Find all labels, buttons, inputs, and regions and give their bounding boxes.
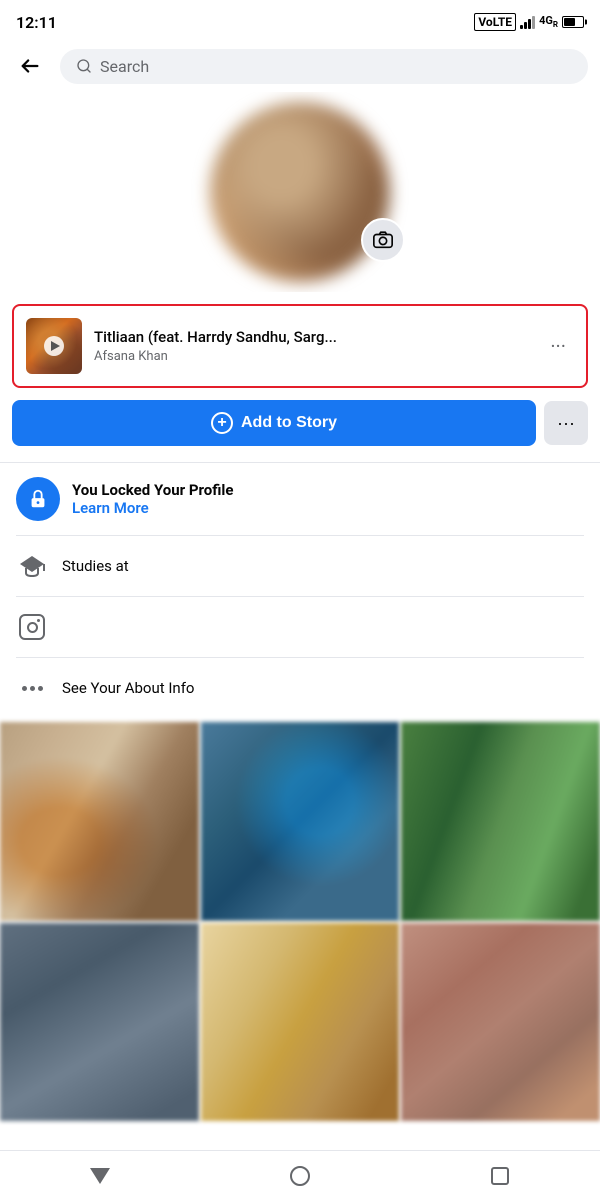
- battery-icon: [562, 16, 584, 28]
- back-button[interactable]: [12, 48, 48, 84]
- photo-cell-6[interactable]: [401, 923, 600, 1122]
- music-info: Titliaan (feat. Harrdy Sandhu, Sarg... A…: [94, 328, 530, 365]
- profile-locked-section: You Locked Your Profile Learn More: [0, 462, 600, 535]
- about-info-item[interactable]: See Your About Info: [0, 658, 600, 718]
- music-title: Titliaan (feat. Harrdy Sandhu, Sarg...: [94, 328, 530, 348]
- camera-button[interactable]: [361, 218, 405, 262]
- search-box[interactable]: Search: [60, 49, 588, 84]
- music-card[interactable]: Titliaan (feat. Harrdy Sandhu, Sarg... A…: [12, 304, 588, 388]
- music-thumbnail: [26, 318, 82, 374]
- network-type: 4GR: [539, 14, 558, 29]
- profile-picture-area: [0, 92, 600, 292]
- search-bar-row: Search: [0, 40, 600, 92]
- photo-cell-1[interactable]: [0, 722, 199, 921]
- locked-title: You Locked Your Profile: [72, 481, 233, 499]
- status-bar: 12:11 VoLTE 4GR: [0, 0, 600, 40]
- nav-back-button[interactable]: [75, 1156, 125, 1196]
- music-artist: Afsana Khan: [94, 349, 530, 364]
- action-row: + Add to Story ···: [0, 400, 600, 462]
- about-info-text: See Your About Info: [62, 679, 195, 697]
- studies-text: Studies at: [62, 557, 129, 575]
- locked-text: You Locked Your Profile Learn More: [72, 481, 233, 517]
- nav-bar: [0, 1150, 600, 1200]
- studies-info-item: Studies at: [0, 536, 600, 596]
- volte-indicator: VoLTE: [474, 13, 516, 31]
- search-icon: [76, 58, 92, 74]
- search-placeholder: Search: [100, 57, 149, 76]
- lock-icon: [27, 488, 49, 510]
- signal-icon: [520, 15, 535, 29]
- photo-cell-2[interactable]: [201, 722, 400, 921]
- nav-recents-button[interactable]: [475, 1156, 525, 1196]
- play-icon: [44, 336, 64, 356]
- more-options-button[interactable]: ···: [544, 401, 588, 445]
- profile-picture: [210, 102, 390, 282]
- photo-cell-5[interactable]: [201, 923, 400, 1122]
- about-dots-icon: [16, 672, 48, 704]
- nav-home-button[interactable]: [275, 1156, 325, 1196]
- instagram-icon: [16, 611, 48, 643]
- add-icon: +: [211, 412, 233, 434]
- photo-grid: [0, 722, 600, 1121]
- learn-more-link[interactable]: Learn More: [72, 499, 233, 517]
- instagram-info-item: [0, 597, 600, 657]
- status-time: 12:11: [16, 13, 57, 32]
- lock-circle: [16, 477, 60, 521]
- photo-cell-4[interactable]: [0, 923, 199, 1122]
- music-more-options[interactable]: ···: [542, 330, 574, 362]
- add-to-story-label: Add to Story: [241, 414, 337, 432]
- status-icons: VoLTE 4GR: [474, 13, 584, 31]
- graduation-cap-icon: [16, 550, 48, 582]
- add-to-story-button[interactable]: + Add to Story: [12, 400, 536, 446]
- photo-cell-3[interactable]: [401, 722, 600, 921]
